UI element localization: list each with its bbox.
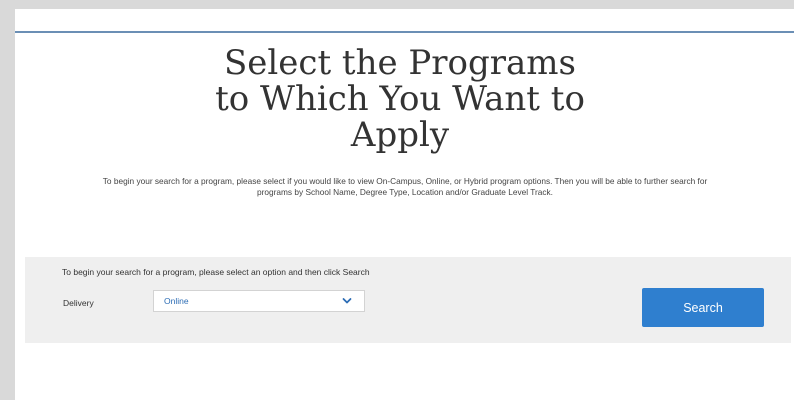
search-instruction: To begin your search for a program, plea… bbox=[62, 267, 370, 277]
intro-text: To begin your search for a program, plea… bbox=[35, 176, 775, 198]
header-divider bbox=[15, 31, 794, 33]
page-title-line-3: Apply bbox=[350, 115, 450, 155]
page-title: Select the Programs to Which You Want to… bbox=[190, 45, 610, 153]
program-search-panel: To begin your search for a program, plea… bbox=[25, 257, 791, 343]
intro-text-line-2: programs by School Name, Degree Type, Lo… bbox=[257, 187, 553, 197]
page-title-line-2: to Which You Want to bbox=[215, 79, 585, 119]
intro-text-line-1: To begin your search for a program, plea… bbox=[102, 176, 708, 186]
delivery-select[interactable]: Online bbox=[153, 290, 365, 312]
chevron-down-icon bbox=[342, 298, 352, 304]
delivery-selected-value: Online bbox=[164, 296, 189, 306]
page-title-line-1: Select the Programs bbox=[224, 43, 576, 83]
page-content: Select the Programs to Which You Want to… bbox=[15, 9, 794, 400]
delivery-label: Delivery bbox=[63, 298, 94, 308]
search-button[interactable]: Search bbox=[642, 288, 764, 327]
